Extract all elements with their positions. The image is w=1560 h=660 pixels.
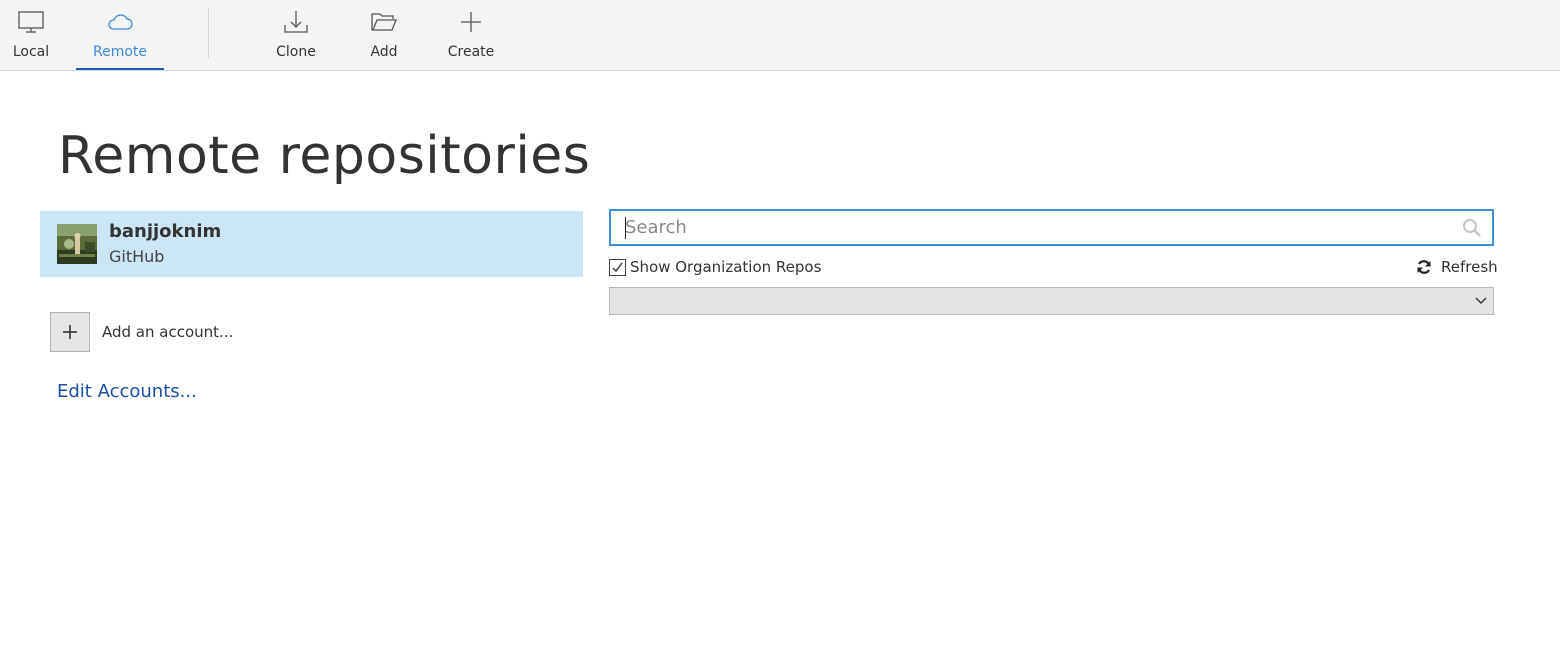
cloud-icon	[108, 14, 133, 30]
create-label: Create	[447, 44, 495, 60]
local-tab[interactable]: Local	[0, 0, 62, 70]
search-input[interactable]	[625, 214, 1445, 240]
active-tab-indicator	[76, 68, 164, 70]
toolbar-divider	[208, 8, 209, 58]
add-label: Add	[370, 44, 398, 60]
plus-icon	[63, 325, 77, 339]
clone-label: Clone	[276, 44, 316, 60]
avatar	[57, 224, 97, 264]
account-item[interactable]: banjjoknim GitHub	[40, 211, 583, 277]
refresh-label: Refresh	[1441, 258, 1498, 276]
page-title: Remote repositories	[58, 126, 591, 186]
add-account-button[interactable]	[50, 312, 90, 352]
account-provider: GitHub	[109, 247, 165, 266]
add-account-label[interactable]: Add an account...	[102, 323, 233, 341]
create-button[interactable]: Create	[441, 0, 501, 70]
search-icon[interactable]	[1462, 218, 1482, 238]
monitor-icon	[18, 11, 44, 33]
show-org-repos-checkbox[interactable]	[609, 259, 626, 276]
account-name: banjjoknim	[109, 221, 222, 242]
checkmark-icon	[612, 262, 623, 273]
show-org-repos-label[interactable]: Show Organization Repos	[630, 258, 821, 276]
plus-icon	[461, 12, 481, 32]
edit-accounts-link[interactable]: Edit Accounts...	[57, 381, 197, 402]
chevron-down-icon	[1475, 297, 1487, 304]
text-caret	[625, 217, 626, 239]
add-button[interactable]: Add	[358, 0, 410, 70]
search-box	[609, 209, 1494, 246]
download-icon	[284, 11, 308, 33]
repository-dropdown[interactable]	[609, 287, 1494, 315]
clone-button[interactable]: Clone	[266, 0, 326, 70]
refresh-icon	[1417, 260, 1431, 274]
toolbar: Local Remote Clone Add Create	[0, 0, 1560, 71]
remote-tab[interactable]: Remote	[76, 0, 164, 70]
remote-tab-label: Remote	[92, 44, 148, 60]
local-tab-label: Local	[12, 44, 50, 60]
folder-open-icon	[371, 13, 397, 31]
